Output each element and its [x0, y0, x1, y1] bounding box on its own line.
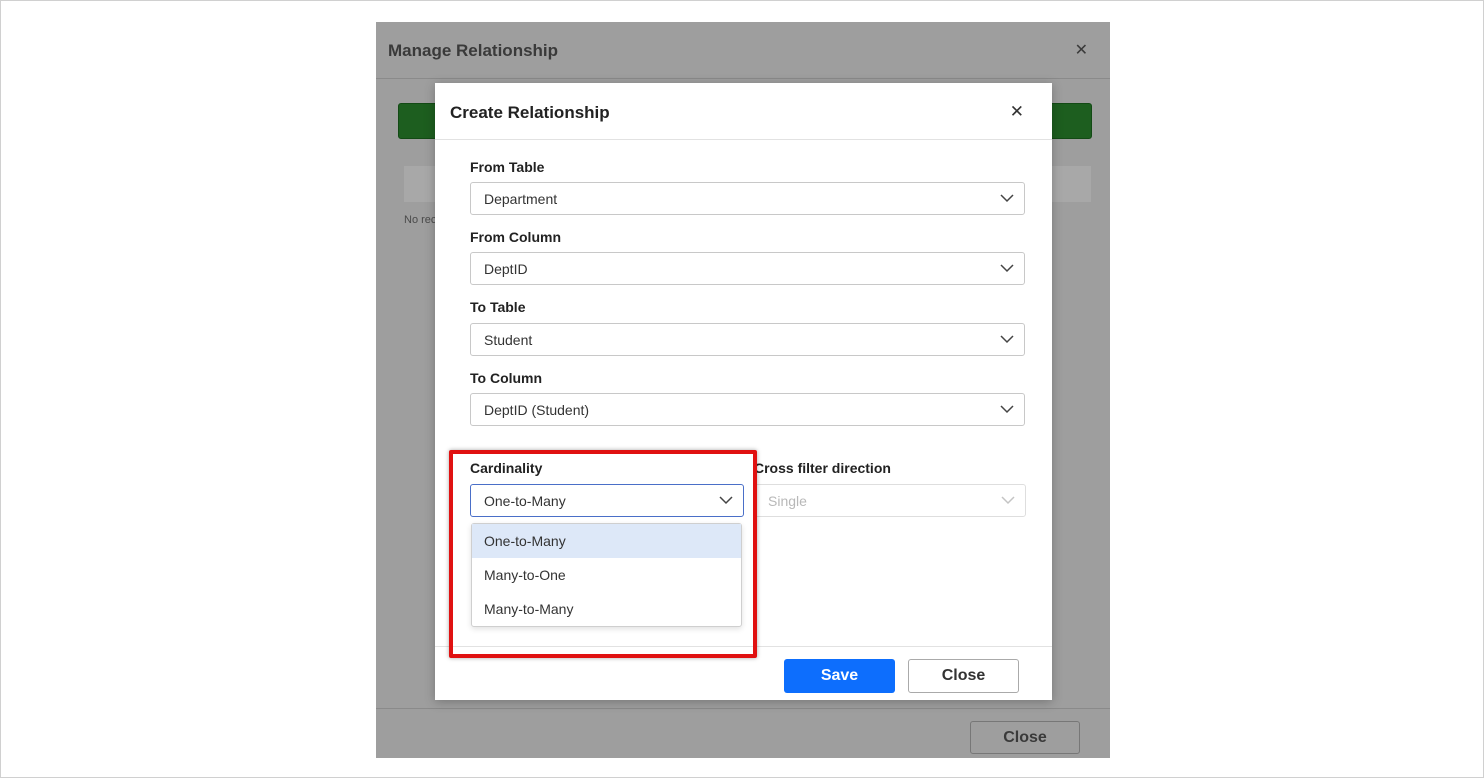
chevron-down-icon [1000, 335, 1014, 344]
cross-filter-value: Single [768, 493, 807, 509]
dialog-title: Create Relationship [450, 103, 610, 122]
from-table-select[interactable]: Department [470, 182, 1025, 215]
cross-filter-select: Single [754, 484, 1026, 517]
chevron-down-icon [1001, 496, 1015, 505]
to-table-select[interactable]: Student [470, 323, 1025, 356]
manage-relationship-title: Manage Relationship [388, 41, 559, 60]
highlight-annotation [449, 450, 757, 658]
save-button[interactable]: Save [784, 659, 895, 693]
chevron-down-icon [1000, 194, 1014, 203]
to-column-label: To Column [470, 370, 543, 386]
close-icon[interactable]: ✕ [1010, 102, 1024, 122]
from-column-label: From Column [470, 229, 561, 245]
chevron-down-icon [1000, 264, 1014, 273]
dialog-header: Create Relationship ✕ [435, 83, 1052, 140]
no-records-text: No records to display [404, 214, 436, 226]
from-table-label: From Table [470, 159, 545, 175]
chevron-down-icon [1000, 405, 1014, 414]
from-column-select[interactable]: DeptID [470, 252, 1025, 285]
to-column-select[interactable]: DeptID (Student) [470, 393, 1025, 426]
to-column-value: DeptID (Student) [484, 402, 590, 418]
from-table-value: Department [484, 191, 558, 207]
close-button[interactable]: Close [908, 659, 1019, 693]
manage-close-button[interactable]: Close [970, 721, 1080, 754]
to-table-value: Student [484, 332, 533, 348]
close-icon[interactable]: ✕ [1075, 40, 1088, 60]
from-column-value: DeptID [484, 261, 528, 277]
to-table-label: To Table [470, 299, 526, 315]
manage-relationship-header: Manage Relationship ✕ [376, 22, 1110, 79]
cross-filter-label: Cross filter direction [754, 460, 891, 476]
